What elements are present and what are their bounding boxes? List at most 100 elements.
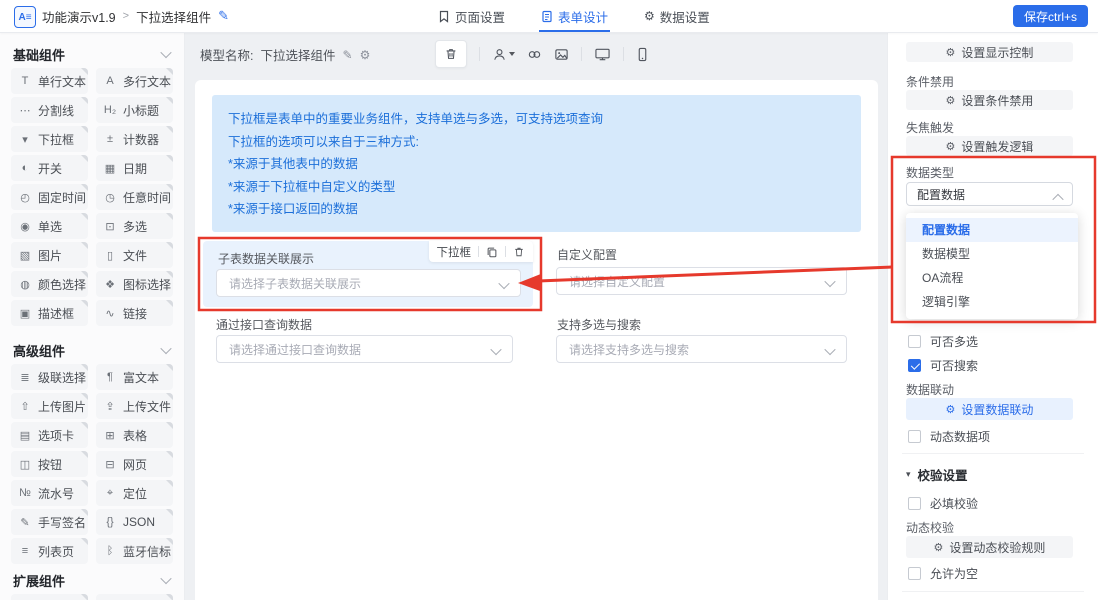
multi-line-text-icon: A	[106, 75, 114, 87]
component-button[interactable]: ◫ 按钮	[11, 451, 88, 477]
component-select[interactable]: ▾ 下拉框	[11, 126, 88, 152]
table-icon: ⊞	[105, 429, 115, 442]
component-single-line-text[interactable]: T 单行文本	[11, 68, 88, 94]
component-icon-picker[interactable]: ❖ 图标选择	[96, 271, 173, 297]
desktop-view-button[interactable]	[594, 47, 611, 62]
component-image[interactable]: ▧ 图片	[11, 242, 88, 268]
data-linkage-button[interactable]: ⚙ 设置数据联动	[906, 398, 1073, 420]
component-json[interactable]: {} JSON	[96, 509, 173, 535]
mobile-view-button[interactable]	[636, 47, 649, 62]
breadcrumb-separator: >	[122, 10, 130, 22]
component-radio[interactable]: ◉ 单选	[11, 213, 88, 239]
component-serial-number[interactable]: № 流水号	[11, 480, 88, 506]
delete-component-button[interactable]	[435, 40, 467, 68]
breadcrumb-app[interactable]: 功能演示v1.9	[42, 7, 116, 26]
component-signature[interactable]: ✎ 手写签名	[11, 509, 88, 535]
component-any-time[interactable]: ◷ 任意时间	[96, 184, 173, 210]
component-webpage[interactable]: ⊟ 网页	[96, 451, 173, 477]
checkbox-label: 必填校验	[930, 497, 979, 511]
model-name-label: 模型名称:	[200, 49, 254, 63]
chevron-down-icon	[160, 46, 172, 59]
dropdown-option-逻辑引擎[interactable]: 逻辑引擎	[906, 290, 1078, 314]
component-card-partial[interactable]	[96, 594, 173, 600]
preview-as-user-button[interactable]	[492, 47, 515, 62]
component-rich-text[interactable]: ¶ 富文本	[96, 364, 173, 390]
chevron-down-icon	[509, 52, 515, 56]
component-table[interactable]: ⊞ 表格	[96, 422, 173, 448]
tab-data-settings[interactable]: ⚙ 数据设置	[644, 0, 710, 32]
checkbox-checked[interactable]	[908, 359, 921, 372]
component-label: 图片	[38, 248, 63, 263]
palette-section-header[interactable]: 高级组件	[0, 342, 184, 359]
section-title: 校验设置	[917, 469, 968, 483]
dynamic-validation-button[interactable]: ⚙ 设置动态校验规则	[906, 536, 1073, 558]
palette-section-header[interactable]: 基础组件	[0, 46, 184, 63]
component-subtitle[interactable]: H₂ 小标题	[96, 97, 173, 123]
dropdown-option-数据模型[interactable]: 数据模型	[906, 242, 1078, 266]
field-select-api-query[interactable]: 请选择通过接口查询数据	[216, 335, 513, 363]
component-description[interactable]: ▣ 描述框	[11, 300, 88, 326]
checkbox-unchecked[interactable]	[908, 335, 921, 348]
component-bluetooth[interactable]: ᛒ 蓝牙信标	[96, 538, 173, 564]
component-counter[interactable]: ± 计数器	[96, 126, 173, 152]
checkbox-row-search[interactable]: 可否搜索	[908, 357, 978, 374]
section-title: 基础组件	[13, 47, 66, 63]
app-logo-icon[interactable]: A≡	[14, 6, 36, 28]
button-label: 设置触发逻辑	[961, 139, 1034, 154]
component-date[interactable]: ▦ 日期	[96, 155, 173, 181]
condition-disable-button[interactable]: ⚙ 设置条件禁用	[906, 90, 1073, 110]
checkbox-unchecked[interactable]	[908, 497, 921, 510]
save-button[interactable]: 保存ctrl+s	[1012, 5, 1088, 27]
component-multi-line-text[interactable]: A 多行文本	[96, 68, 173, 94]
checkbox-row-required[interactable]: 必填校验	[908, 495, 978, 512]
display-control-button[interactable]: ⚙ 设置显示控制	[906, 42, 1073, 62]
checkbox-unchecked[interactable]	[908, 567, 921, 580]
trash-icon[interactable]	[513, 246, 525, 258]
tab-form-design[interactable]: 表单设计	[539, 0, 611, 32]
component-label: 上传文件	[123, 399, 172, 414]
field-select-linked-display[interactable]: 请选择子表数据关联展示	[216, 269, 521, 297]
component-label: 文件	[123, 248, 148, 263]
link-share-button[interactable]	[527, 47, 542, 62]
image-export-button[interactable]	[554, 47, 569, 62]
validation-section-header[interactable]: ▾ 校验设置	[906, 465, 968, 484]
data-type-select[interactable]: 配置数据	[906, 182, 1073, 206]
checkbox-row-multi[interactable]: 可否多选	[908, 333, 978, 350]
dynamic-validation-label: 动态校验	[906, 521, 955, 535]
component-upload-file[interactable]: ⇪ 上传文件	[96, 393, 173, 419]
selected-field-block[interactable]: 下拉框 子表数据关联展示 请选择子表数据关联展示	[203, 241, 533, 307]
json-icon: {}	[106, 516, 114, 528]
icon-picker-icon: ❖	[105, 278, 115, 291]
component-checkbox[interactable]: ⊡ 多选	[96, 213, 173, 239]
component-upload-image[interactable]: ⇧ 上传图片	[11, 393, 88, 419]
switch-icon: ◐	[21, 162, 29, 174]
field-select-custom-config[interactable]: 请选择自定义配置	[556, 267, 847, 295]
edit-title-icon[interactable]: ✎	[218, 8, 229, 24]
blur-trigger-button[interactable]: ⚙ 设置触发逻辑	[906, 136, 1073, 156]
dropdown-option-配置数据[interactable]: 配置数据	[906, 218, 1078, 242]
component-tab-card[interactable]: ▤ 选项卡	[11, 422, 88, 448]
component-color-picker[interactable]: ◍ 颜色选择	[11, 271, 88, 297]
copy-icon[interactable]	[486, 246, 498, 258]
component-list-page[interactable]: ≡ 列表页	[11, 538, 88, 564]
field-select-multi-search[interactable]: 请选择支持多选与搜索	[556, 335, 847, 363]
checkbox-row-allow-empty[interactable]: 允许为空	[908, 565, 978, 582]
select-placeholder: 请选择支持多选与搜索	[569, 342, 690, 357]
edit-model-name-icon[interactable]: ✎	[343, 48, 353, 62]
component-fixed-time[interactable]: ◴ 固定时间	[11, 184, 88, 210]
component-location[interactable]: ⌖ 定位	[96, 480, 173, 506]
badge-divider	[478, 246, 479, 257]
palette-section-header[interactable]: 扩展组件	[0, 572, 184, 589]
component-file[interactable]: ▯ 文件	[96, 242, 173, 268]
component-divider-line[interactable]: ⋯ 分割线	[11, 97, 88, 123]
condition-disable-label: 条件禁用	[906, 75, 955, 89]
component-link[interactable]: ∿ 链接	[96, 300, 173, 326]
component-cascade-select[interactable]: ≣ 级联选择	[11, 364, 88, 390]
dropdown-option-OA流程[interactable]: OA流程	[906, 266, 1078, 290]
component-switch[interactable]: ◐ 开关	[11, 155, 88, 181]
model-settings-icon[interactable]: ⚙	[360, 48, 371, 62]
tab-page-settings[interactable]: 页面设置	[438, 0, 505, 32]
checkbox-unchecked[interactable]	[908, 430, 921, 443]
component-card-partial[interactable]	[11, 594, 88, 600]
checkbox-row-dynamic-items[interactable]: 动态数据项	[908, 428, 990, 445]
